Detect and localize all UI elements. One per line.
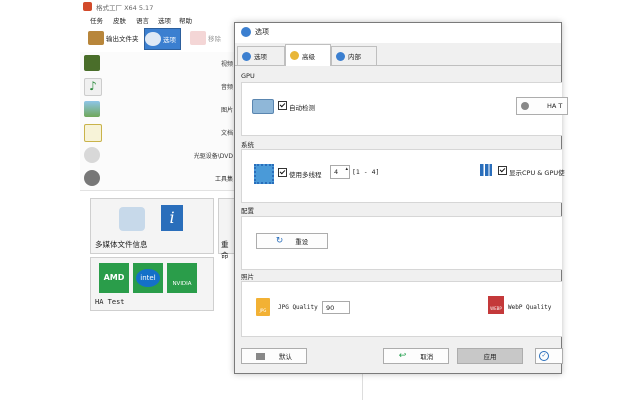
gear-icon	[521, 102, 529, 110]
media-info-label: 多媒体文件信息	[95, 240, 148, 249]
tab-advanced[interactable]: 高级	[285, 44, 331, 66]
app-title: 格式工厂 X64 5.17	[96, 4, 154, 12]
config-section: ↻ 重设	[241, 216, 562, 270]
remove-button[interactable]: 移除	[190, 28, 221, 48]
config-section-title: 配置	[241, 207, 254, 215]
remove-icon	[190, 31, 206, 45]
category-panel: 视频 ♪ 音频 图片 文档 光驱设备\DVD 工具集	[80, 52, 237, 192]
output-folder-button[interactable]: 输出文件夹	[88, 28, 139, 48]
reset-button[interactable]: ↻ 重设	[256, 233, 328, 249]
tools-icon	[84, 170, 100, 186]
back-arrow-icon: ↩	[398, 351, 407, 361]
main-titlebar: 格式工厂 X64 5.17	[80, 0, 640, 13]
dialog-title: 选项	[255, 28, 269, 36]
document-icon	[84, 124, 102, 142]
gear-icon	[241, 27, 251, 37]
options-button[interactable]: 选项	[144, 28, 181, 50]
multithread-label: 使用多线程	[289, 171, 322, 179]
options-dialog: 选项 选项 高级 内部 GPU 自动检测 HA T 系统 使用多线程 4 ▴ […	[234, 22, 568, 374]
output-folder-label: 输出文件夹	[106, 35, 139, 43]
tab-options[interactable]: 选项	[237, 46, 285, 65]
image-section-title: 照片	[241, 273, 254, 281]
dialog-footer: 默认 ↩ 取消 应用 ✓	[235, 338, 563, 373]
advanced-gear-icon	[290, 51, 299, 60]
disc-icon	[84, 147, 100, 163]
gpu-section-title: GPU	[241, 72, 255, 80]
show-usage-label: 显示CPU & GPU使	[509, 169, 565, 177]
category-document[interactable]: 文档	[80, 121, 237, 145]
category-tools[interactable]: 工具集	[80, 167, 237, 191]
rename-label: 重命	[221, 240, 229, 260]
show-usage-checkbox[interactable]	[498, 166, 507, 175]
menu-language[interactable]: 语言	[136, 15, 149, 25]
jpg-file-icon: JPG	[256, 298, 270, 316]
autodetect-checkbox[interactable]	[278, 101, 287, 110]
menu-task[interactable]: 任务	[90, 15, 103, 25]
refresh-icon: ↻	[275, 236, 284, 246]
advanced-panel: GPU 自动检测 HA T 系统 使用多线程 4 ▴ [1 - 4] 显示CPU…	[235, 66, 568, 338]
category-video[interactable]: 视频	[80, 52, 237, 76]
jpg-quality-spinner[interactable]: 90	[322, 301, 350, 314]
film-icon	[84, 55, 100, 71]
cpu-icon	[254, 164, 274, 184]
image-section: JPG JPG Quality 90 WEBP WebP Quality	[241, 281, 562, 337]
gear-icon	[242, 51, 251, 61]
gpu-section: 自动检测 HA T	[241, 82, 568, 136]
amd-logo-icon: AMD	[99, 263, 129, 293]
remove-label: 移除	[208, 35, 221, 43]
panel-divider	[362, 372, 363, 400]
dialog-titlebar: 选项	[235, 23, 561, 41]
tab-bar: 选项 高级 内部	[235, 43, 561, 66]
menu-skin[interactable]: 皮肤	[113, 15, 126, 25]
folder-icon	[88, 31, 104, 45]
media-info-tile[interactable]: i 多媒体文件信息	[90, 198, 214, 254]
spinner-arrows-icon: ▴	[345, 166, 348, 172]
options-label: 选项	[163, 36, 176, 44]
multithread-checkbox[interactable]	[278, 168, 287, 177]
system-section: 使用多线程 4 ▴ [1 - 4] 显示CPU & GPU使	[241, 149, 565, 203]
info-icon: i	[161, 205, 183, 231]
ha-test-label: HA Test	[95, 298, 125, 306]
system-section-title: 系统	[241, 141, 254, 149]
picture-icon	[84, 101, 100, 117]
apply-button[interactable]: 应用	[457, 348, 523, 364]
ha-test-tile[interactable]: AMD intel NVIDIA HA Test	[90, 257, 214, 311]
ha-test-button[interactable]: HA T	[516, 97, 568, 115]
cancel-button[interactable]: ↩ 取消	[383, 348, 449, 364]
tab-internal[interactable]: 内部	[331, 46, 377, 65]
ok-check-icon: ✓	[539, 351, 549, 361]
webp-quality-label: WebP Quality	[508, 304, 552, 311]
nvidia-logo-icon: NVIDIA	[167, 263, 197, 293]
autodetect-label: 自动检测	[289, 104, 315, 112]
music-icon: ♪	[84, 78, 102, 96]
printer-icon	[256, 352, 265, 360]
thread-range-label: [1 - 4]	[352, 168, 380, 176]
usage-chart-icon	[480, 164, 492, 176]
menu-options[interactable]: 选项	[158, 15, 171, 25]
default-button[interactable]: 默认	[241, 348, 307, 364]
media-icon	[119, 207, 145, 231]
category-image[interactable]: 图片	[80, 98, 237, 122]
menu-help[interactable]: 帮助	[179, 15, 192, 25]
thread-count-spinner[interactable]: 4 ▴	[330, 165, 350, 179]
ok-button[interactable]: ✓	[535, 348, 563, 364]
app-logo-icon	[83, 2, 92, 11]
category-audio[interactable]: ♪ 音频	[80, 75, 237, 99]
gpu-card-icon	[252, 99, 274, 114]
jpg-quality-label: JPG Quality	[278, 304, 318, 311]
category-dvd[interactable]: 光驱设备\DVD	[80, 144, 237, 168]
intel-logo-icon: intel	[133, 263, 163, 293]
webp-file-icon: WEBP	[488, 296, 504, 314]
gear-icon	[336, 51, 345, 61]
gear-icon	[145, 32, 161, 46]
